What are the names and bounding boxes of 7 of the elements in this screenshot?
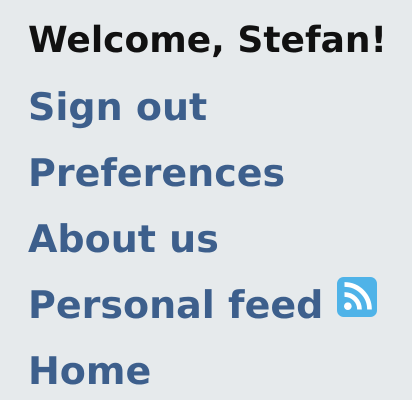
nav-link[interactable]: Personal feed bbox=[28, 283, 324, 327]
welcome-text: Welcome, Stefan! bbox=[28, 19, 388, 63]
rss-feed-icon[interactable] bbox=[337, 277, 378, 317]
nav-link[interactable]: Home bbox=[28, 349, 152, 393]
nav-link[interactable]: Sign out bbox=[28, 85, 208, 129]
nav-link[interactable]: About us bbox=[28, 217, 219, 261]
nav-link[interactable]: Preferences bbox=[28, 151, 286, 195]
